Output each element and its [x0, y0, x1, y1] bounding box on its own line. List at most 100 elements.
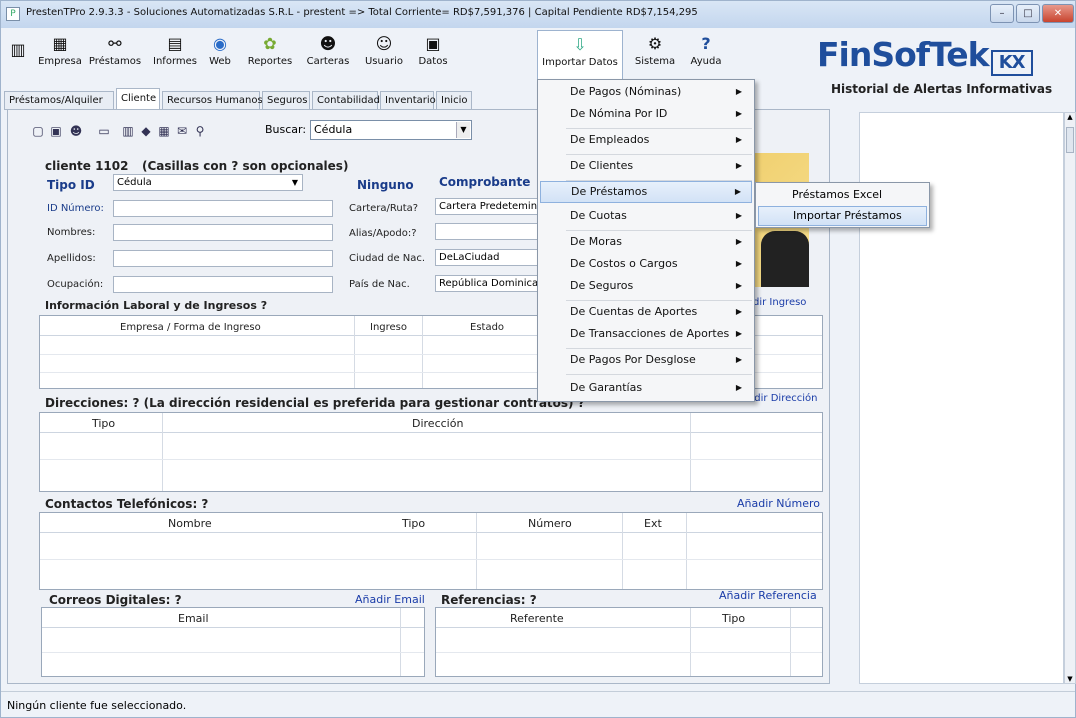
add-referencia-link[interactable]: Añadir Referencia	[719, 589, 817, 602]
system-icon: ⚙	[647, 34, 663, 53]
maximize-button[interactable]: □	[1016, 4, 1040, 23]
menu-item-prestamos[interactable]: De Préstamos ▶	[540, 181, 752, 203]
menu-item-transacciones-aportes[interactable]: De Transacciones de Aportes ▶	[540, 323, 752, 345]
menu-item-costos-cargos[interactable]: De Costos o Cargos ▶	[540, 253, 752, 275]
grid-row-line	[40, 459, 822, 460]
telefonos-grid[interactable]: Nombre Tipo Número Ext	[39, 512, 823, 590]
cartera-field[interactable]: Cartera Predetemina	[435, 198, 539, 215]
referencias-section-title: Referencias: ?	[441, 593, 537, 607]
nombres-label: Nombres:	[47, 227, 96, 238]
toolbar-web-button[interactable]: ◉ Web	[203, 30, 237, 78]
col-empresa: Empresa / Forma de Ingreso	[120, 322, 261, 333]
tab-inicio[interactable]: Inicio	[436, 91, 472, 110]
menu-item-label: De Préstamos	[571, 185, 648, 198]
menu-item-pagos-desglose[interactable]: De Pagos Por Desglose ▶	[540, 349, 752, 371]
window-title: PrestenTPro 2.9.3.3 - Soluciones Automat…	[26, 7, 698, 18]
alerts-scrollbar[interactable]: ▲ ▼	[1064, 112, 1076, 684]
mail-icon[interactable]: ✉	[175, 124, 189, 138]
direcciones-grid[interactable]: Tipo Dirección	[39, 412, 823, 492]
menu-item-pagos-nominas[interactable]: De Pagos (Nóminas) ▶	[540, 81, 752, 103]
close-button[interactable]: ✕	[1042, 4, 1074, 23]
data-icon: ▣	[425, 34, 441, 53]
comprobante-label: Comprobante	[439, 175, 531, 189]
sidebar-toggle-button[interactable]: ▥	[7, 30, 29, 78]
tipo-id-select[interactable]: Cédula ▼	[113, 174, 303, 191]
scroll-up-icon[interactable]: ▲	[1065, 113, 1075, 121]
grid-header	[42, 608, 424, 628]
toolbar-carteras-button[interactable]: ☻ Carteras	[303, 30, 353, 78]
app-icon: P	[6, 7, 20, 21]
scrollbar-thumb[interactable]	[1066, 127, 1074, 153]
toolbar-label: Préstamos	[88, 56, 142, 67]
toolbar-label: Datos	[418, 56, 448, 67]
tab-inventario[interactable]: Inventario	[380, 91, 436, 110]
pais-label: País de Nac.	[349, 279, 410, 290]
columns-icon[interactable]: ▥	[121, 124, 135, 138]
tab-prestamos-alquiler[interactable]: Préstamos/Alquiler	[4, 91, 114, 110]
toolbar-ayuda-button[interactable]: ? Ayuda	[685, 30, 727, 78]
add-ingreso-link[interactable]: dir Ingreso	[753, 297, 806, 308]
toolbar-reportes-button[interactable]: ✿ Reportes	[241, 30, 299, 78]
correos-grid[interactable]: Email	[41, 607, 425, 677]
nombres-field[interactable]	[113, 224, 333, 241]
menu-item-label: De Cuentas de Aportes	[570, 305, 698, 318]
add-email-link[interactable]: Añadir Email	[355, 593, 425, 606]
toolbar-sistema-button[interactable]: ⚙ Sistema	[629, 30, 681, 78]
scroll-down-icon[interactable]: ▼	[1065, 675, 1075, 683]
chevron-right-icon: ▶	[735, 109, 742, 118]
new-icon[interactable]: ▢	[31, 124, 45, 138]
calc-icon[interactable]: ▦	[157, 124, 171, 138]
toolbar-empresa-button[interactable]: ▦ Empresa	[37, 30, 83, 78]
link-icon[interactable]: ⚲	[193, 124, 207, 138]
id-numero-field[interactable]	[113, 200, 333, 217]
menu-item-empleados[interactable]: De Empleados ▶	[540, 129, 752, 151]
toolbar-prestamos-button[interactable]: ⚯ Préstamos	[85, 30, 145, 78]
col-referente: Referente	[510, 612, 564, 625]
grid-column-divider	[790, 608, 791, 676]
ocupacion-field[interactable]	[113, 276, 333, 293]
menu-item-clientes[interactable]: De Clientes ▶	[540, 155, 752, 177]
toolbar-usuario-button[interactable]: ☺ Usuario	[359, 30, 409, 78]
minimize-button[interactable]: –	[990, 4, 1014, 23]
tab-contabilidad[interactable]: Contabilidad	[312, 91, 380, 110]
search-type-select[interactable]: Cédula ▼	[310, 120, 472, 140]
toolbar-datos-button[interactable]: ▣ Datos	[413, 30, 453, 78]
direcciones-section-title: Direcciones: ? (La dirección residencial…	[45, 396, 585, 410]
toolbar-importar-datos-button[interactable]: ⇩ Importar Datos	[537, 30, 623, 82]
menu-item-nomina-por-id[interactable]: De Nómina Por ID ▶	[540, 103, 752, 125]
menu-item-seguros[interactable]: De Seguros ▶	[540, 275, 752, 297]
tab-recursos-humanos[interactable]: Recursos Humanos	[162, 91, 263, 110]
alias-field[interactable]	[435, 223, 539, 240]
scanner-icon[interactable]: ▭	[97, 124, 111, 138]
tab-seguros[interactable]: Seguros	[262, 91, 310, 110]
laboral-section-title: Información Laboral y de Ingresos ?	[45, 299, 268, 312]
menu-item-garantias[interactable]: De Garantías ▶	[540, 377, 752, 399]
apellidos-label: Apellidos:	[47, 253, 96, 264]
tab-cliente[interactable]: Cliente	[116, 88, 160, 110]
pais-field[interactable]: República Dominican	[435, 275, 539, 292]
menu-item-moras[interactable]: De Moras ▶	[540, 231, 752, 253]
menu-item-label: De Costos o Cargos	[570, 257, 678, 270]
save-icon[interactable]: ▣	[49, 124, 63, 138]
menu-item-cuotas[interactable]: De Cuotas ▶	[540, 205, 752, 227]
ciudad-field[interactable]: DeLaCiudad	[435, 249, 539, 266]
grid-column-divider	[690, 608, 691, 676]
alias-label: Alias/Apodo:?	[349, 228, 417, 239]
toolbar-label: Usuario	[364, 56, 403, 67]
toolbar-label: Informes	[153, 56, 197, 67]
finsoftek-logo: FinSofTek KX	[817, 35, 1033, 76]
menu-item-cuentas-aportes[interactable]: De Cuentas de Aportes ▶	[540, 301, 752, 323]
toolbar-label: Empresa	[38, 56, 82, 67]
ninguno-label: Ninguno	[357, 178, 414, 192]
apellidos-field[interactable]	[113, 250, 333, 267]
reports-icon: ✿	[263, 34, 277, 53]
col-estado: Estado	[470, 322, 505, 333]
submenu-item-prestamos-excel[interactable]: Préstamos Excel	[758, 185, 927, 205]
add-numero-link[interactable]: Añadir Número	[737, 497, 820, 510]
referencias-grid[interactable]: Referente Tipo	[435, 607, 823, 677]
tag-icon[interactable]: ◆	[139, 124, 153, 138]
submenu-item-importar-prestamos[interactable]: Importar Préstamos	[758, 206, 927, 226]
photo-silhouette	[761, 231, 809, 287]
user-search-icon[interactable]: ☻	[69, 124, 83, 138]
toolbar-informes-button[interactable]: ▤ Informes	[149, 30, 201, 78]
